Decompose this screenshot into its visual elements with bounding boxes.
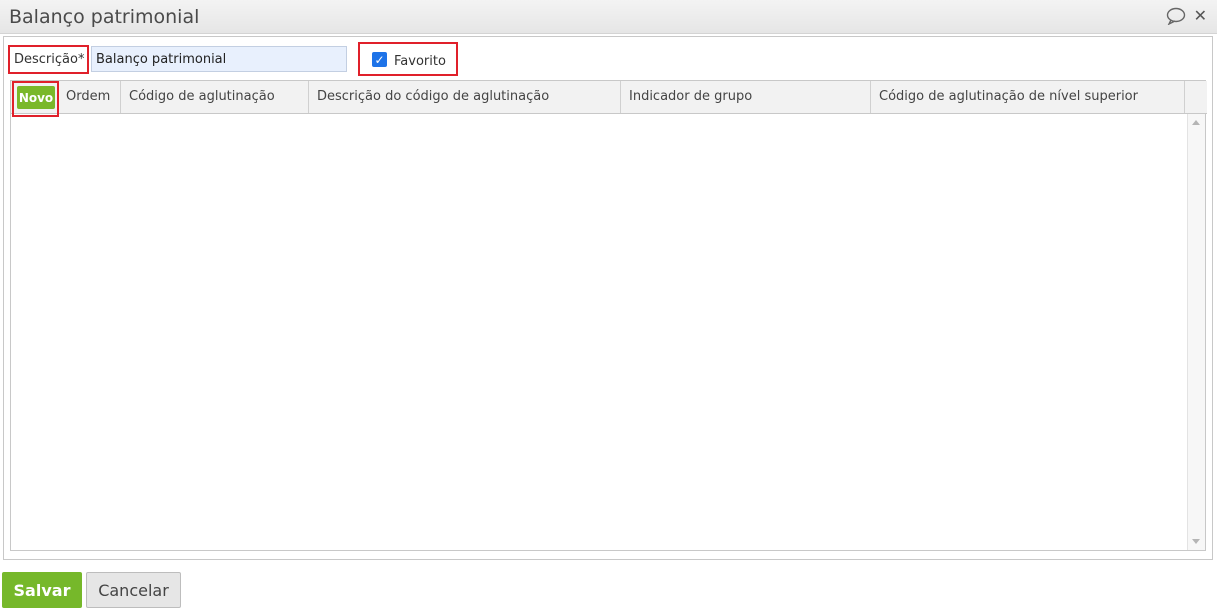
- column-header-codigo[interactable]: Código de aglutinação: [121, 81, 309, 113]
- grid-scrollbar[interactable]: [1187, 114, 1205, 550]
- column-header-nivel-superior[interactable]: Código de aglutinação de nível superior: [871, 81, 1185, 113]
- save-button[interactable]: Salvar: [2, 572, 82, 608]
- column-header-ordem[interactable]: Ordem: [58, 81, 121, 113]
- new-row-button[interactable]: Novo: [17, 86, 55, 109]
- description-input[interactable]: [91, 46, 347, 72]
- description-label: Descrição*: [8, 45, 89, 74]
- scroll-up-icon[interactable]: [1192, 120, 1200, 125]
- cancel-button[interactable]: Cancelar: [86, 572, 181, 608]
- new-button-highlight: Novo: [12, 81, 59, 117]
- close-icon[interactable]: ✕: [1194, 7, 1207, 25]
- column-header-indicador[interactable]: Indicador de grupo: [621, 81, 871, 113]
- window-title-bar: Balanço patrimonial ✕: [0, 0, 1217, 34]
- favorite-label: Favorito: [394, 54, 446, 69]
- favorite-checkbox[interactable]: ✓: [372, 52, 387, 67]
- column-header-descricao[interactable]: Descrição do código de aglutinação: [309, 81, 621, 113]
- scroll-down-icon[interactable]: [1192, 539, 1200, 544]
- favorite-checkbox-group[interactable]: ✓ Favorito: [358, 42, 458, 76]
- title-icons: ✕: [1166, 7, 1207, 26]
- grid-header: Ordem Código de aglutinação Descrição do…: [11, 81, 1207, 114]
- chat-bubble-icon[interactable]: [1166, 7, 1186, 26]
- aggregation-grid: Ordem Código de aglutinação Descrição do…: [10, 80, 1207, 551]
- window-title: Balanço patrimonial: [9, 6, 200, 28]
- form-panel: Descrição* ✓ Favorito Ordem Código de ag…: [3, 36, 1213, 560]
